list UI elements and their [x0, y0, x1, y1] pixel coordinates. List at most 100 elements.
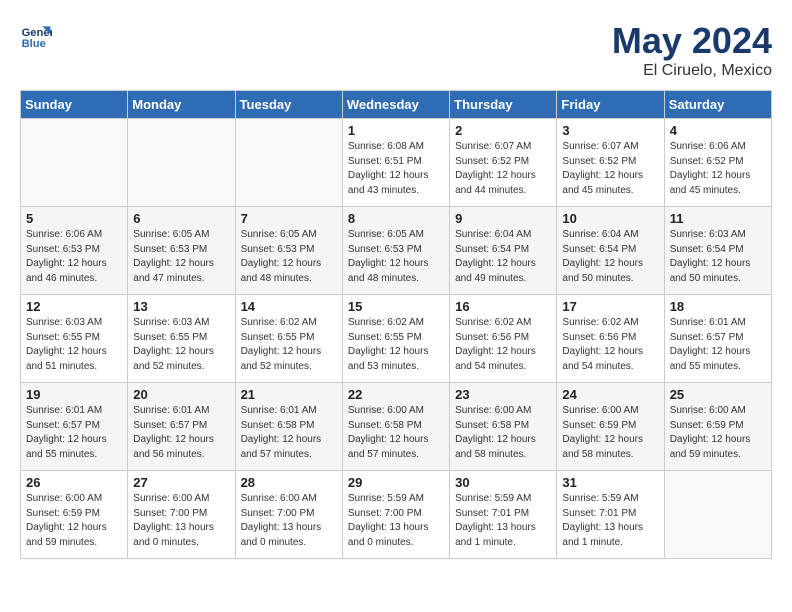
day-number: 15 [348, 299, 444, 314]
day-info: Sunrise: 6:05 AM Sunset: 6:53 PM Dayligh… [241, 228, 337, 286]
calendar-week: 12 Sunrise: 6:03 AM Sunset: 6:55 PM Dayli… [21, 295, 772, 383]
day-number: 16 [455, 299, 551, 314]
calendar-cell: 18 Sunrise: 6:01 AM Sunset: 6:57 PM Dayli… [664, 295, 771, 383]
location: El Ciruelo, Mexico [612, 62, 772, 80]
day-info: Sunrise: 6:04 AM Sunset: 6:54 PM Dayligh… [562, 228, 658, 286]
logo: General Blue [20, 20, 52, 52]
calendar-cell: 17Sunrise: 6:02 AM Sunset: 6:56 PM Dayli… [557, 295, 664, 383]
day-info: Sunrise: 6:01 AM Sunset: 6:57 PM Dayligh… [133, 404, 229, 462]
calendar-cell: 6 Sunrise: 6:05 AM Sunset: 6:53 PM Daylig… [128, 207, 235, 295]
calendar-cell: 31 Sunrise: 5:59 AM Sunset: 7:01 PM Dayli… [557, 471, 664, 559]
day-info: Sunrise: 6:00 AM Sunset: 6:59 PM Dayligh… [26, 492, 122, 550]
weekday-header: Monday [128, 91, 235, 119]
day-info: Sunrise: 6:00 AM Sunset: 6:59 PM Dayligh… [562, 404, 658, 462]
calendar-cell: 22 Sunrise: 6:00 AM Sunset: 6:58 PM Dayli… [342, 383, 449, 471]
calendar-cell: 3 Sunrise: 6:07 AM Sunset: 6:52 PM Daylig… [557, 119, 664, 207]
calendar-week: 26 Sunrise: 6:00 AM Sunset: 6:59 PM Dayli… [21, 471, 772, 559]
calendar-cell: 27 Sunrise: 6:00 AM Sunset: 7:00 PM Dayli… [128, 471, 235, 559]
calendar-cell [128, 119, 235, 207]
weekday-header: Wednesday [342, 91, 449, 119]
day-info: Sunrise: 6:03 AM Sunset: 6:54 PM Dayligh… [670, 228, 766, 286]
day-number: 24 [562, 387, 658, 402]
day-number: 18 [670, 299, 766, 314]
month-year: May 2024 [612, 20, 772, 62]
weekday-header: Sunday [21, 91, 128, 119]
calendar-cell: 30Sunrise: 5:59 AM Sunset: 7:01 PM Dayli… [450, 471, 557, 559]
day-number: 20 [133, 387, 229, 402]
calendar-cell: 25 Sunrise: 6:00 AM Sunset: 6:59 PM Dayli… [664, 383, 771, 471]
day-info: Sunrise: 6:01 AM Sunset: 6:57 PM Dayligh… [26, 404, 122, 462]
day-info: Sunrise: 6:00 AM Sunset: 7:00 PM Dayligh… [133, 492, 229, 550]
day-number: 5 [26, 211, 122, 226]
calendar-cell: 12Sunrise: 6:03 AM Sunset: 6:55 PM Dayli… [21, 295, 128, 383]
day-number: 12 [26, 299, 122, 314]
day-number: 13 [133, 299, 229, 314]
calendar-week: 1 Sunrise: 6:08 AM Sunset: 6:51 PM Daylig… [21, 119, 772, 207]
day-info: Sunrise: 5:59 AM Sunset: 7:01 PM Dayligh… [562, 492, 658, 550]
calendar-cell: 8Sunrise: 6:05 AM Sunset: 6:53 PM Daylig… [342, 207, 449, 295]
calendar-cell: 14Sunrise: 6:02 AM Sunset: 6:55 PM Dayli… [235, 295, 342, 383]
day-info: Sunrise: 6:04 AM Sunset: 6:54 PM Dayligh… [455, 228, 551, 286]
calendar-cell [235, 119, 342, 207]
calendar-cell [664, 471, 771, 559]
day-info: Sunrise: 6:03 AM Sunset: 6:55 PM Dayligh… [133, 316, 229, 374]
page-header: General Blue May 2024 El Ciruelo, Mexico [20, 20, 772, 80]
svg-text:Blue: Blue [22, 38, 46, 50]
day-number: 4 [670, 123, 766, 138]
calendar-cell: 16 Sunrise: 6:02 AM Sunset: 6:56 PM Dayli… [450, 295, 557, 383]
day-info: Sunrise: 6:01 AM Sunset: 6:58 PM Dayligh… [241, 404, 337, 462]
day-number: 27 [133, 475, 229, 490]
day-info: Sunrise: 6:00 AM Sunset: 6:58 PM Dayligh… [348, 404, 444, 462]
day-number: 25 [670, 387, 766, 402]
calendar-cell: 13 Sunrise: 6:03 AM Sunset: 6:55 PM Dayli… [128, 295, 235, 383]
day-info: Sunrise: 6:06 AM Sunset: 6:53 PM Dayligh… [26, 228, 122, 286]
day-info: Sunrise: 6:02 AM Sunset: 6:56 PM Dayligh… [455, 316, 551, 374]
day-number: 21 [241, 387, 337, 402]
day-number: 2 [455, 123, 551, 138]
day-info: Sunrise: 6:05 AM Sunset: 6:53 PM Dayligh… [133, 228, 229, 286]
calendar-cell: 19 Sunrise: 6:01 AM Sunset: 6:57 PM Dayli… [21, 383, 128, 471]
calendar-cell: 11 Sunrise: 6:03 AM Sunset: 6:54 PM Dayli… [664, 207, 771, 295]
weekday-header: Friday [557, 91, 664, 119]
calendar-cell: 2 Sunrise: 6:07 AM Sunset: 6:52 PM Daylig… [450, 119, 557, 207]
day-number: 19 [26, 387, 122, 402]
day-number: 28 [241, 475, 337, 490]
logo-icon: General Blue [20, 20, 52, 52]
title-block: May 2024 El Ciruelo, Mexico [612, 20, 772, 80]
day-number: 22 [348, 387, 444, 402]
calendar-cell: 5 Sunrise: 6:06 AM Sunset: 6:53 PM Daylig… [21, 207, 128, 295]
day-number: 7 [241, 211, 337, 226]
day-info: Sunrise: 6:02 AM Sunset: 6:56 PM Dayligh… [562, 316, 658, 374]
weekday-header: Thursday [450, 91, 557, 119]
calendar-cell [21, 119, 128, 207]
day-number: 3 [562, 123, 658, 138]
day-number: 9 [455, 211, 551, 226]
day-info: Sunrise: 6:08 AM Sunset: 6:51 PM Dayligh… [348, 140, 444, 198]
calendar-cell: 29 Sunrise: 5:59 AM Sunset: 7:00 PM Dayli… [342, 471, 449, 559]
day-info: Sunrise: 6:07 AM Sunset: 6:52 PM Dayligh… [562, 140, 658, 198]
day-info: Sunrise: 6:00 AM Sunset: 7:00 PM Dayligh… [241, 492, 337, 550]
calendar-cell: 15Sunrise: 6:02 AM Sunset: 6:55 PM Dayli… [342, 295, 449, 383]
day-info: Sunrise: 6:07 AM Sunset: 6:52 PM Dayligh… [455, 140, 551, 198]
day-info: Sunrise: 5:59 AM Sunset: 7:00 PM Dayligh… [348, 492, 444, 550]
day-number: 6 [133, 211, 229, 226]
calendar-week: 5 Sunrise: 6:06 AM Sunset: 6:53 PM Daylig… [21, 207, 772, 295]
calendar-table: SundayMondayTuesdayWednesdayThursdayFrid… [20, 90, 772, 559]
weekday-header: Saturday [664, 91, 771, 119]
day-info: Sunrise: 6:00 AM Sunset: 6:58 PM Dayligh… [455, 404, 551, 462]
day-number: 26 [26, 475, 122, 490]
calendar-cell: 21 Sunrise: 6:01 AM Sunset: 6:58 PM Dayli… [235, 383, 342, 471]
weekday-header: Tuesday [235, 91, 342, 119]
day-number: 29 [348, 475, 444, 490]
day-info: Sunrise: 6:05 AM Sunset: 6:53 PM Dayligh… [348, 228, 444, 286]
calendar-cell: 20 Sunrise: 6:01 AM Sunset: 6:57 PM Dayli… [128, 383, 235, 471]
calendar-cell: 24 Sunrise: 6:00 AM Sunset: 6:59 PM Dayli… [557, 383, 664, 471]
day-number: 11 [670, 211, 766, 226]
calendar-cell: 9 Sunrise: 6:04 AM Sunset: 6:54 PM Daylig… [450, 207, 557, 295]
day-info: Sunrise: 6:01 AM Sunset: 6:57 PM Dayligh… [670, 316, 766, 374]
day-number: 1 [348, 123, 444, 138]
day-info: Sunrise: 6:00 AM Sunset: 6:59 PM Dayligh… [670, 404, 766, 462]
calendar-cell: 23Sunrise: 6:00 AM Sunset: 6:58 PM Dayli… [450, 383, 557, 471]
day-info: Sunrise: 6:06 AM Sunset: 6:52 PM Dayligh… [670, 140, 766, 198]
day-number: 31 [562, 475, 658, 490]
